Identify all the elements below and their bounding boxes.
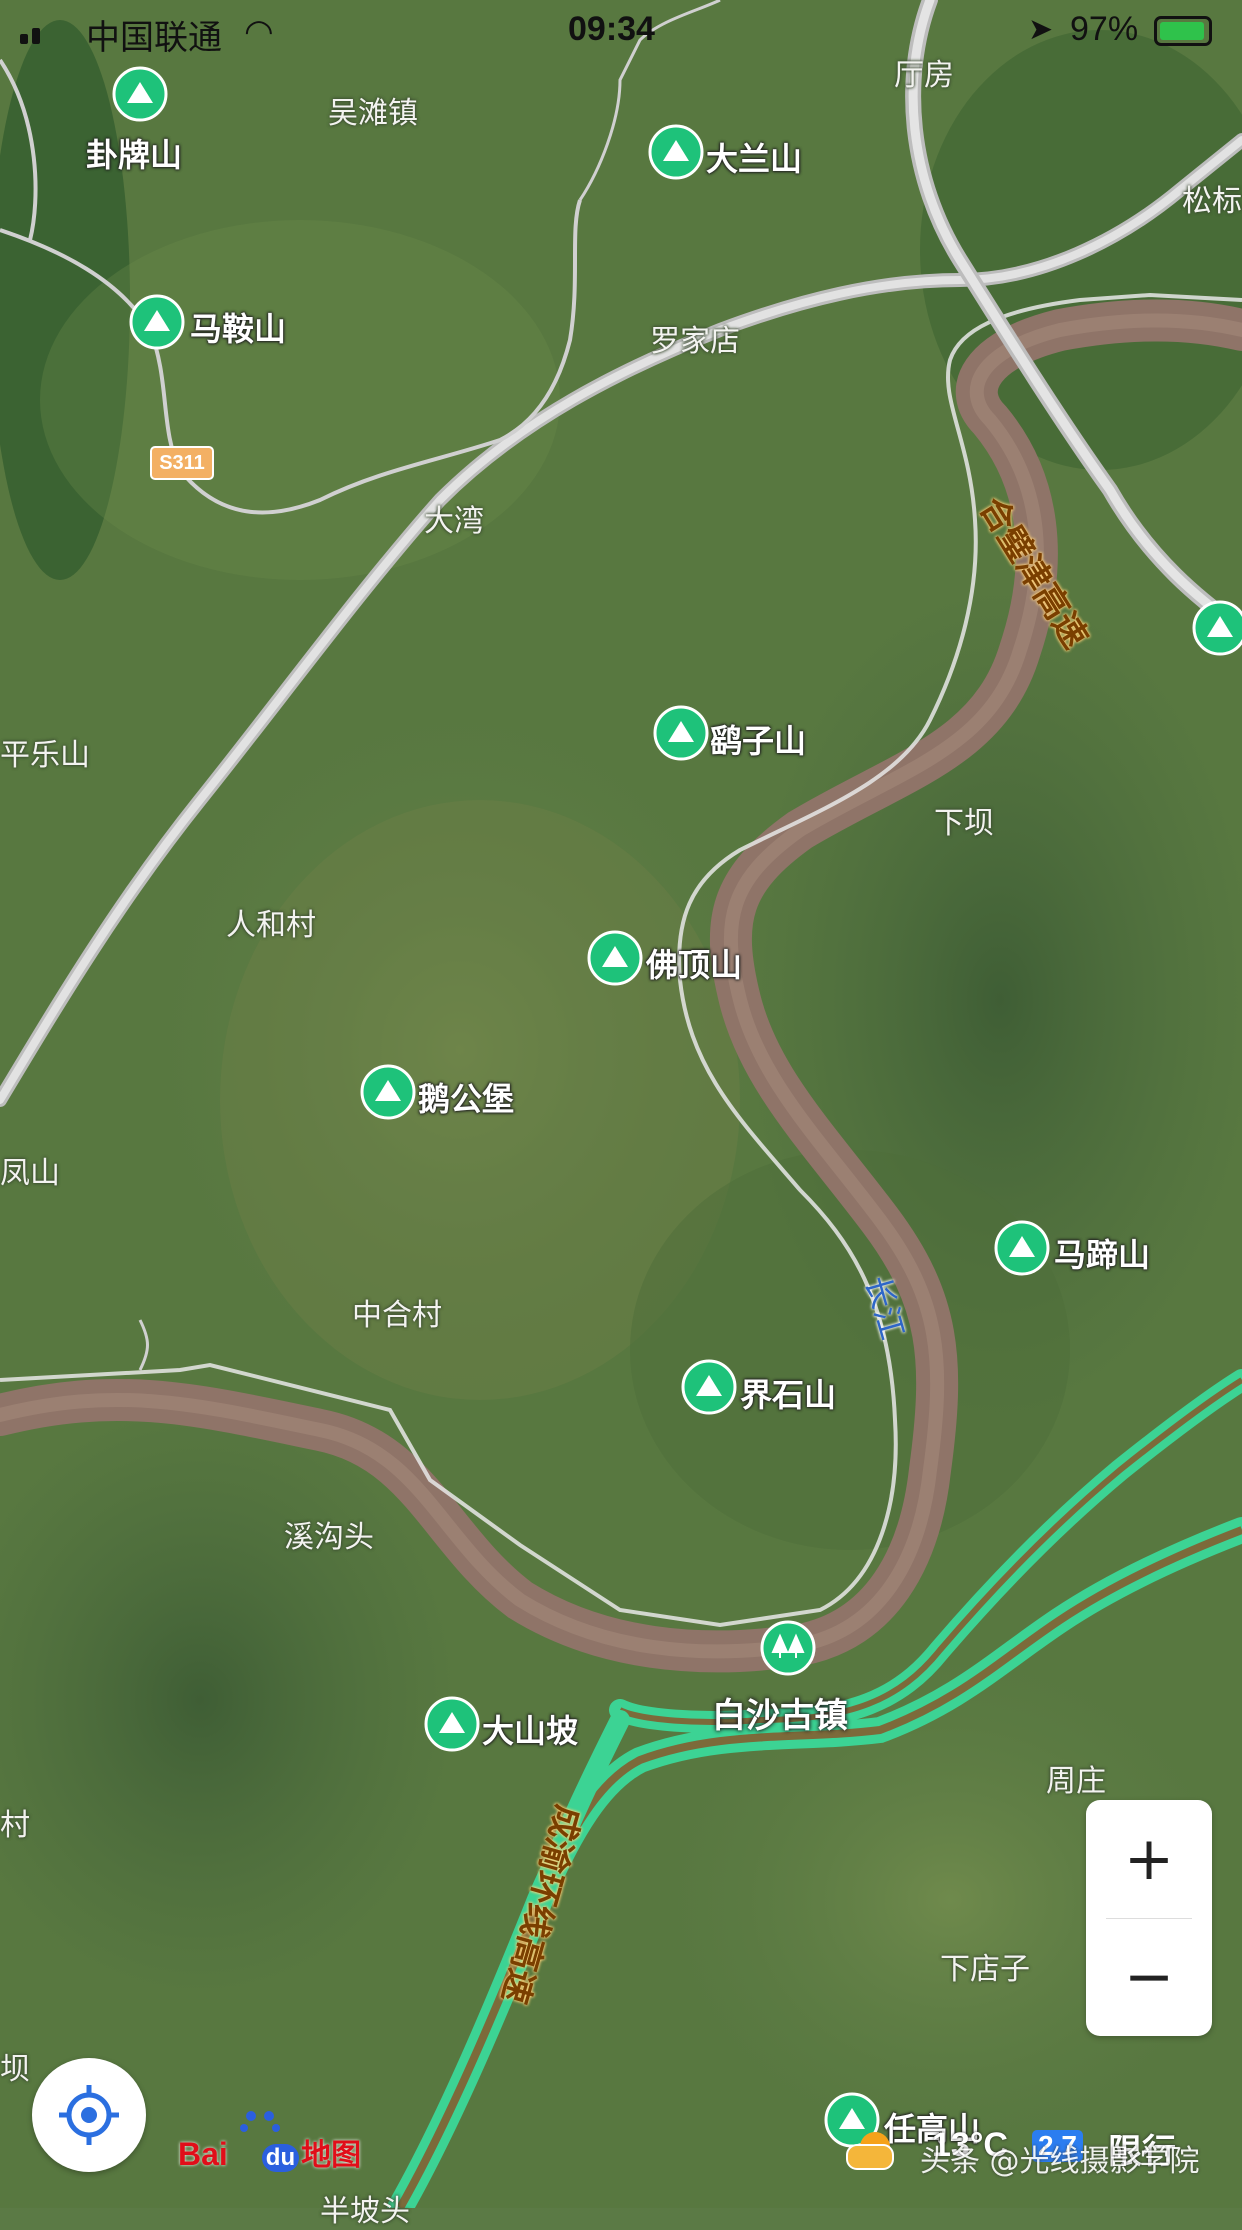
poi-marker-guapaishan[interactable] <box>112 66 168 122</box>
place-xiaba[interactable]: 下坝 <box>934 798 994 842</box>
place-dawan[interactable]: 大湾 <box>424 496 484 540</box>
cloud-sun-icon <box>846 2132 896 2170</box>
place-pingle[interactable]: 平乐山 <box>0 730 90 774</box>
place-zhouzhuang[interactable]: 周庄 <box>1046 1756 1106 1800</box>
place-zhonghecun[interactable]: 中合村 <box>352 1290 442 1334</box>
place-renhecun[interactable]: 人和村 <box>226 900 316 944</box>
poi-label-jieshishan[interactable]: 界石山 <box>740 1370 836 1416</box>
place-xiadianzi[interactable]: 下店子 <box>940 1944 1030 1988</box>
place-luojiadian[interactable]: 罗家店 <box>650 316 740 360</box>
poi-marker-yaozishan[interactable] <box>653 705 709 761</box>
road-shield-s311[interactable]: S311 <box>150 446 214 480</box>
place-fengshan[interactable]: 凤山 <box>0 1148 60 1192</box>
carrier-label: 中国联通 <box>86 19 222 57</box>
logo-du: du <box>261 2144 300 2172</box>
satellite-map[interactable] <box>0 0 1242 2208</box>
poi-marker-hebijin-end[interactable] <box>1192 600 1242 656</box>
logo-map: 地图 <box>301 2138 362 2173</box>
battery-percent: 97% <box>1070 10 1139 48</box>
watermark: 头条 @光线摄影学院 <box>920 2144 1200 2179</box>
logo-bai: Bai <box>178 2136 228 2172</box>
place-banpotou[interactable]: 半坡头 <box>320 2186 410 2230</box>
battery-icon <box>1154 16 1212 46</box>
place-ba[interactable]: 坝 <box>0 2044 30 2088</box>
location-arrow-icon: ➤ <box>1028 12 1054 47</box>
poi-marker-jieshishan[interactable] <box>681 1359 737 1415</box>
poi-marker-dalanshan[interactable] <box>648 124 704 180</box>
poi-label-egongbao[interactable]: 鹅公堡 <box>418 1074 514 1120</box>
place-xigoutou[interactable]: 溪沟头 <box>284 1512 374 1556</box>
locate-me-button[interactable] <box>32 2058 146 2172</box>
place-songji[interactable]: 松标 <box>1182 176 1242 220</box>
poi-marker-egongbao[interactable] <box>360 1064 416 1120</box>
poi-label-masanshan[interactable]: 马鞍山 <box>190 304 286 350</box>
poi-label-dashanpo[interactable]: 大山坡 <box>482 1706 578 1752</box>
park-marker-baisha[interactable] <box>760 1620 816 1676</box>
zoom-in-button[interactable]: + <box>1086 1800 1212 1918</box>
place-wutan[interactable]: 吴滩镇 <box>328 88 418 132</box>
poi-label-fodingshan[interactable]: 佛顶山 <box>646 940 742 986</box>
signal-icon <box>16 22 56 44</box>
locate-target-icon <box>59 2085 119 2145</box>
poi-marker-dashanpo[interactable] <box>424 1696 480 1752</box>
poi-label-matishan[interactable]: 马蹄山 <box>1054 1230 1150 1276</box>
baidu-map-logo: Bai du 地图 <box>178 2130 362 2173</box>
poi-label-yaozishan[interactable]: 鹞子山 <box>710 716 806 762</box>
clock: 09:34 <box>568 10 655 48</box>
wifi-icon: ◠ <box>244 12 274 52</box>
poi-label-dalanshan[interactable]: 大兰山 <box>706 134 802 180</box>
poi-label-guapaishan[interactable]: 卦牌山 <box>86 130 182 176</box>
status-bar: 中国联通 ◠ 09:34 ➤ 97% <box>0 0 1242 64</box>
place-cun[interactable]: 村 <box>0 1800 30 1844</box>
poi-marker-masanshan[interactable] <box>129 294 185 350</box>
poi-marker-fodingshan[interactable] <box>587 930 643 986</box>
poi-marker-matishan[interactable] <box>994 1220 1050 1276</box>
town-baisha[interactable]: 白沙古镇 <box>712 1688 848 1737</box>
zoom-control: + − <box>1086 1800 1212 2036</box>
zoom-out-button[interactable]: − <box>1086 1918 1212 2036</box>
place-tingfang[interactable]: 厅房 <box>894 50 954 94</box>
